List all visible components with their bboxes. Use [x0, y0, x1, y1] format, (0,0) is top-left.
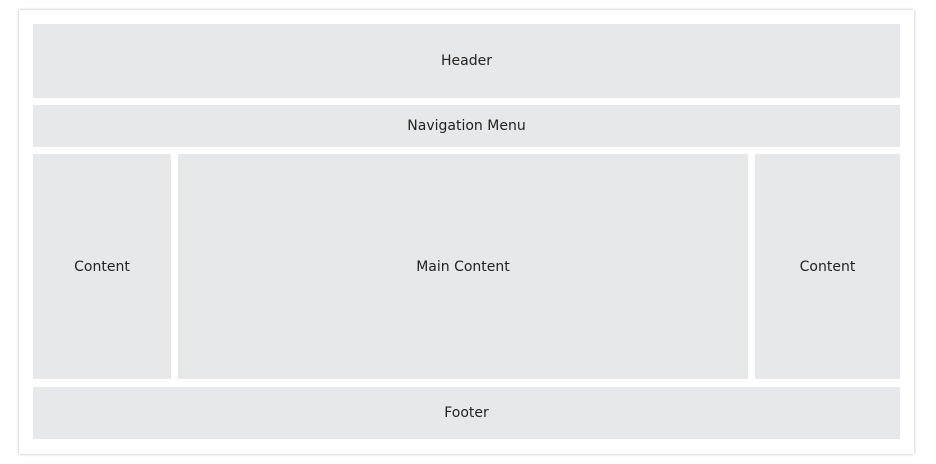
main-content-label: Main Content [416, 258, 510, 275]
right-content-block: Content [755, 154, 900, 379]
footer-block: Footer [33, 387, 900, 439]
left-content-label: Content [74, 258, 130, 275]
footer-label: Footer [444, 405, 489, 421]
layout-diagram-frame: Header Navigation Menu Content Main Cont… [19, 10, 914, 454]
header-label: Header [441, 53, 492, 69]
navigation-menu-label: Navigation Menu [407, 118, 526, 134]
navigation-menu-block: Navigation Menu [33, 105, 900, 147]
header-block: Header [33, 24, 900, 98]
left-content-block: Content [33, 154, 171, 379]
main-content-block: Main Content [178, 154, 748, 379]
right-content-label: Content [799, 258, 856, 275]
